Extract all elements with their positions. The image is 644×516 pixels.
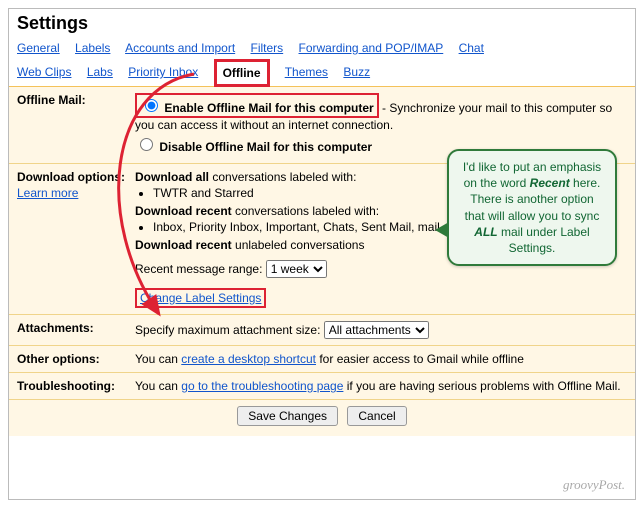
attachments-heading: Attachments: — [17, 321, 135, 339]
tab-buzz[interactable]: Buzz — [343, 65, 370, 79]
enable-offline-label: Enable Offline Mail for this computer — [164, 101, 373, 115]
watermark: groovyPost. — [563, 477, 625, 493]
tab-webclips[interactable]: Web Clips — [17, 65, 71, 79]
section-other: Other options: You can create a desktop … — [9, 346, 635, 373]
radio-disable-offline[interactable] — [140, 138, 153, 151]
footer-actions: Save Changes Cancel — [9, 400, 635, 436]
page-title: Settings — [17, 13, 635, 34]
attachment-size-select[interactable]: All attachments — [324, 321, 429, 339]
download-recent-unlabeled-lead: Download recent — [135, 238, 232, 252]
other-post: for easier access to Gmail while offline — [316, 352, 524, 366]
download-all-lead: Download all — [135, 170, 209, 184]
download-all-rest: conversations labeled with: — [209, 170, 356, 184]
troubleshoot-heading: Troubleshooting: — [17, 379, 135, 393]
annotation-callout: I'd like to put an emphasis on the word … — [447, 149, 617, 266]
radio-enable-offline[interactable] — [145, 99, 158, 112]
troubleshoot-pre: You can — [135, 379, 181, 393]
tab-forwarding[interactable]: Forwarding and POP/IMAP — [299, 41, 444, 55]
tab-labs[interactable]: Labs — [87, 65, 113, 79]
save-button[interactable]: Save Changes — [237, 406, 338, 426]
change-label-settings-link[interactable]: Change Label Settings — [140, 291, 261, 305]
tab-accounts[interactable]: Accounts and Import — [125, 41, 235, 55]
section-troubleshooting: Troubleshooting: You can go to the troub… — [9, 373, 635, 400]
download-recent-unlabeled-rest: unlabeled conversations — [232, 238, 365, 252]
download-heading: Download options: — [17, 170, 125, 184]
troubleshoot-link[interactable]: go to the troubleshooting page — [181, 379, 343, 393]
download-recent-rest: conversations labeled with: — [232, 204, 379, 218]
tab-chat[interactable]: Chat — [459, 41, 484, 55]
settings-tabs: General Labels Accounts and Import Filte… — [9, 36, 635, 87]
other-heading: Other options: — [17, 352, 135, 366]
disable-offline-label: Disable Offline Mail for this computer — [159, 140, 372, 154]
recent-range-select[interactable]: 1 week — [266, 260, 327, 278]
section-attachments: Attachments: Specify maximum attachment … — [9, 315, 635, 346]
offline-mail-label: Offline Mail: — [17, 93, 135, 157]
tab-themes[interactable]: Themes — [285, 65, 328, 79]
cancel-button[interactable]: Cancel — [347, 406, 406, 426]
attachments-label: Specify maximum attachment size: — [135, 323, 320, 337]
recent-range-label: Recent message range: — [135, 262, 262, 276]
learn-more-link[interactable]: Learn more — [17, 186, 78, 200]
tab-priority[interactable]: Priority Inbox — [128, 65, 198, 79]
download-recent-lead: Download recent — [135, 204, 232, 218]
tab-labels[interactable]: Labels — [75, 41, 110, 55]
tab-offline[interactable]: Offline — [214, 59, 270, 87]
tab-general[interactable]: General — [17, 41, 60, 55]
desktop-shortcut-link[interactable]: create a desktop shortcut — [181, 352, 316, 366]
tab-filters[interactable]: Filters — [251, 41, 284, 55]
other-pre: You can — [135, 352, 181, 366]
troubleshoot-post: if you are having serious problems with … — [343, 379, 620, 393]
